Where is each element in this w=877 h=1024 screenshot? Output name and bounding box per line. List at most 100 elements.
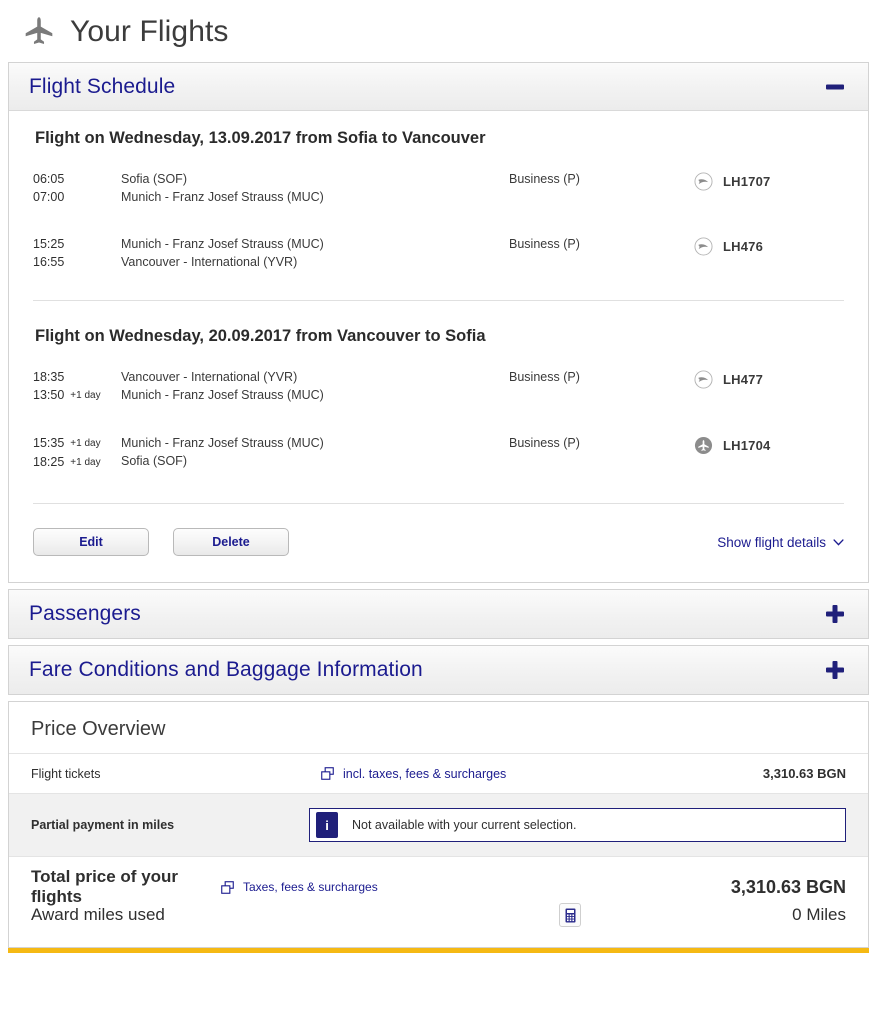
flight-segment: 15:35 +1 day 18:25 +1 day Munich - Franz…: [33, 430, 844, 497]
arrival-time-row: 13:50 +1 day: [33, 388, 119, 404]
flight-number: LH477: [723, 372, 764, 387]
arrival-time: 07:00: [33, 190, 65, 204]
price-row-flight-tickets: Flight tickets incl. taxes, fees & surch…: [9, 753, 868, 793]
edit-button[interactable]: Edit: [33, 528, 149, 556]
price-row-label: Flight tickets: [31, 766, 101, 781]
arrival-airport: Vancouver - International (YVR): [121, 255, 298, 269]
price-row-amount: 3,310.63 BGN: [762, 766, 846, 781]
flight-accordion: Flight Schedule Flight on Wednesday, 13.…: [8, 62, 869, 695]
departure-airport: Vancouver - International (YVR): [121, 370, 298, 384]
departure-time: 15:35: [33, 436, 65, 450]
partial-payment-label: Partial payment in miles: [31, 818, 175, 832]
departure-time: 06:05: [33, 172, 65, 186]
arrival-airport: Munich - Franz Josef Strauss (MUC): [121, 388, 324, 402]
page-title: Your Flights: [70, 15, 229, 48]
calculator-icon[interactable]: [559, 903, 581, 927]
segment-times: 18:35 13:50 +1 day: [33, 370, 119, 404]
partial-payment-row: Partial payment in miles i Not available…: [9, 793, 868, 857]
departure-airport: Munich - Franz Josef Strauss (MUC): [121, 436, 324, 450]
page-header: Your Flights: [0, 0, 877, 62]
total-price-label: Total price of your flights: [31, 867, 179, 906]
panel-header-flight-schedule[interactable]: Flight Schedule: [9, 63, 868, 111]
incl-taxes-link[interactable]: incl. taxes, fees & surcharges: [321, 767, 506, 781]
arrival-time-row: 07:00: [33, 190, 119, 205]
segment-flight: LH476: [694, 237, 844, 256]
segment-places: Munich - Franz Josef Strauss (MUC) Vanco…: [121, 237, 509, 270]
flight-number: LH476: [723, 239, 764, 254]
regional-plane-icon: [694, 436, 713, 455]
departure-time-row: 18:35: [33, 370, 119, 385]
departure-time: 15:25: [33, 237, 65, 251]
incl-taxes-label: incl. taxes, fees & surcharges: [343, 766, 507, 781]
departure-time-row: 15:35 +1 day: [33, 436, 119, 452]
taxes-fees-link[interactable]: Taxes, fees & surcharges: [221, 880, 511, 894]
arrival-time-row: 18:25 +1 day: [33, 455, 119, 471]
departure-time: 18:35: [33, 370, 65, 384]
segment-flight: LH477: [694, 370, 844, 389]
panel-header-fare-conditions[interactable]: Fare Conditions and Baggage Information: [9, 646, 868, 694]
panel-flight-schedule: Flight Schedule Flight on Wednesday, 13.…: [8, 62, 869, 583]
award-miles-label: Award miles used: [31, 905, 165, 924]
lufthansa-crane-icon: [694, 237, 713, 256]
flight-leg: Flight on Wednesday, 20.09.2017 from Van…: [33, 327, 844, 497]
departure-time-row: 15:25: [33, 237, 119, 252]
award-miles-amount: 0 Miles: [792, 905, 846, 924]
taxes-fees-label: Taxes, fees & surcharges: [243, 880, 378, 894]
panel-fare-conditions: Fare Conditions and Baggage Information: [8, 645, 869, 695]
flight-segment: 15:25 16:55 Munich - Franz Josef Strauss…: [33, 231, 844, 296]
total-block: Total price of your flights Taxes, fees …: [9, 857, 868, 947]
arrival-time-row: 16:55: [33, 255, 119, 270]
popup-window-icon: [321, 767, 334, 780]
segment-flight: LH1707: [694, 172, 844, 191]
actions-divider: [33, 503, 844, 504]
departure-airport: Munich - Franz Josef Strauss (MUC): [121, 237, 324, 251]
arrival-day-offset: +1 day: [70, 390, 101, 401]
show-flight-details-link[interactable]: Show flight details: [717, 535, 844, 550]
price-overview-panel: Price Overview Flight tickets incl. taxe…: [8, 701, 869, 948]
segment-cabin-class: Business (P): [509, 436, 580, 450]
delete-button[interactable]: Delete: [173, 528, 289, 556]
flight-actions: Edit Delete Show flight details: [9, 510, 868, 582]
bottom-accent-bar: [8, 948, 869, 953]
airplane-icon: [22, 15, 56, 49]
flight-segment: 06:05 07:00 Sofia (SOF) Munich - Franz J…: [33, 166, 844, 231]
panel-title-flight-schedule: Flight Schedule: [29, 74, 176, 98]
arrival-day-offset: +1 day: [70, 457, 101, 468]
lufthansa-crane-icon: [694, 370, 713, 389]
partial-payment-info-text: Not available with your current selectio…: [352, 818, 577, 832]
segment-cabin-class: Business (P): [509, 172, 580, 186]
plus-icon[interactable]: [824, 603, 846, 625]
segment-places: Sofia (SOF) Munich - Franz Josef Strauss…: [121, 172, 509, 205]
flight-schedule-body: Flight on Wednesday, 13.09.2017 from Sof…: [9, 111, 868, 510]
arrival-time: 16:55: [33, 255, 65, 269]
segment-cabin-class: Business (P): [509, 237, 580, 251]
plus-icon[interactable]: [824, 659, 846, 681]
panel-title-fare-conditions: Fare Conditions and Baggage Information: [29, 658, 423, 681]
arrival-airport: Sofia (SOF): [121, 454, 187, 468]
flight-segment: 18:35 13:50 +1 day Vancouver - Internati…: [33, 364, 844, 430]
your-flights-page: Your Flights Flight Schedule Flight on W…: [0, 0, 877, 1024]
arrival-airport: Munich - Franz Josef Strauss (MUC): [121, 190, 324, 204]
panel-header-passengers[interactable]: Passengers: [9, 590, 868, 638]
total-price-row: Total price of your flights Taxes, fees …: [31, 867, 846, 906]
departure-time-row: 06:05: [33, 172, 119, 187]
leg-title: Flight on Wednesday, 20.09.2017 from Van…: [35, 327, 486, 345]
panel-passengers: Passengers: [8, 589, 869, 639]
minus-icon[interactable]: [824, 76, 846, 98]
price-overview-heading: Price Overview: [31, 718, 166, 740]
flight-leg: Flight on Wednesday, 13.09.2017 from Sof…: [33, 129, 844, 296]
panel-title-passengers: Passengers: [29, 602, 141, 625]
award-miles-row: Award miles used 0 Miles: [31, 901, 846, 929]
leg-divider: [33, 300, 844, 301]
segment-flight: LH1704: [694, 436, 844, 455]
leg-title: Flight on Wednesday, 13.09.2017 from Sof…: [35, 129, 486, 147]
departure-day-offset: +1 day: [70, 438, 101, 449]
partial-payment-info-box: i Not available with your current select…: [309, 808, 846, 842]
segment-cabin-class: Business (P): [509, 370, 580, 384]
flight-number: LH1707: [723, 174, 771, 189]
segment-places: Vancouver - International (YVR) Munich -…: [121, 370, 509, 403]
info-icon: i: [316, 812, 338, 838]
show-flight-details-label: Show flight details: [717, 534, 826, 550]
calculator-cell: [511, 903, 629, 927]
arrival-time: 18:25: [33, 455, 65, 469]
